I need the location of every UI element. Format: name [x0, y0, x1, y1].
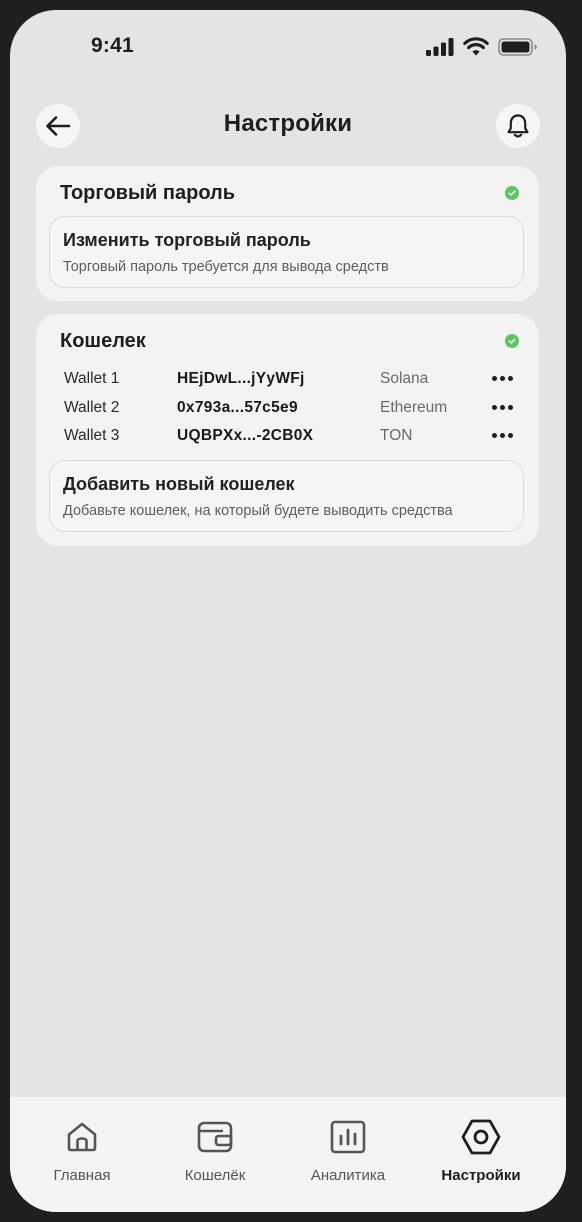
wallet-network: Solana — [380, 370, 429, 387]
wallet-network: Ethereum — [380, 399, 448, 416]
phone-screen: 9:41 Настройки Торговый пароль Изменить … — [10, 10, 566, 1212]
trading-password-title: Торговый пароль — [60, 182, 236, 204]
wallet-row: Wallet 2 0x793a...57c5e9 Ethereum — [36, 399, 539, 425]
wallet-row: Wallet 1 HEjDwL...jYyWFj Solana — [36, 370, 539, 396]
tab-label: Аналитика — [310, 1167, 386, 1184]
more-options-icon[interactable] — [487, 367, 517, 389]
status-check-icon — [505, 186, 519, 200]
tab-analytics[interactable]: Аналитика — [283, 1117, 413, 1184]
status-icons — [426, 37, 538, 56]
option-title: Изменить торговый пароль — [63, 230, 311, 250]
tab-label: Настройки — [441, 1167, 521, 1184]
header: Настройки — [10, 104, 566, 150]
wallet-row: Wallet 3 UQBPXx...-2CB0X TON — [36, 427, 539, 453]
wallet-card-title: Кошелек — [60, 330, 146, 352]
wallet-card: Кошелек Wallet 1 HEjDwL...jYyWFj Solana … — [36, 314, 539, 546]
tab-label: Кошелёк — [184, 1167, 246, 1184]
trading-password-card: Торговый пароль Изменить торговый пароль… — [36, 166, 539, 301]
option-subtitle: Добавьте кошелек, на который будете выво… — [63, 503, 453, 519]
option-title: Добавить новый кошелек — [63, 474, 295, 494]
status-bar: 9:41 — [10, 10, 566, 86]
tab-bar: Главная Кошелёк Аналитика Настройки — [10, 1097, 566, 1212]
wallet-name: Wallet 2 — [64, 399, 120, 416]
bell-icon — [507, 114, 529, 138]
tab-wallet[interactable]: Кошелёк — [150, 1117, 280, 1184]
wallet-name: Wallet 1 — [64, 370, 120, 387]
analytics-icon — [283, 1117, 413, 1157]
signal-icon — [426, 37, 454, 56]
tab-settings[interactable]: Настройки — [416, 1117, 546, 1184]
wallet-icon — [150, 1117, 280, 1157]
page-title: Настройки — [223, 110, 353, 137]
settings-icon — [416, 1117, 546, 1157]
wallet-name: Wallet 3 — [64, 427, 120, 444]
status-time: 9:41 — [91, 34, 134, 57]
wifi-icon — [463, 37, 489, 56]
wallet-address: HEjDwL...jYyWFj — [177, 370, 305, 387]
tab-home[interactable]: Главная — [17, 1117, 147, 1184]
change-trading-password-option[interactable]: Изменить торговый пароль Торговый пароль… — [49, 216, 524, 288]
status-check-icon — [505, 334, 519, 348]
wallet-address: 0x793a...57c5e9 — [177, 399, 298, 416]
wallet-network: TON — [380, 427, 413, 444]
wallet-address: UQBPXx...-2CB0X — [177, 427, 314, 444]
home-icon — [17, 1117, 147, 1157]
add-wallet-option[interactable]: Добавить новый кошелек Добавьте кошелек,… — [49, 460, 524, 532]
option-subtitle: Торговый пароль требуется для вывода сре… — [63, 259, 389, 275]
more-options-icon[interactable] — [487, 396, 517, 418]
tab-label: Главная — [53, 1167, 111, 1184]
battery-icon — [498, 37, 537, 56]
notifications-button[interactable] — [496, 104, 540, 148]
more-options-icon[interactable] — [487, 424, 517, 446]
